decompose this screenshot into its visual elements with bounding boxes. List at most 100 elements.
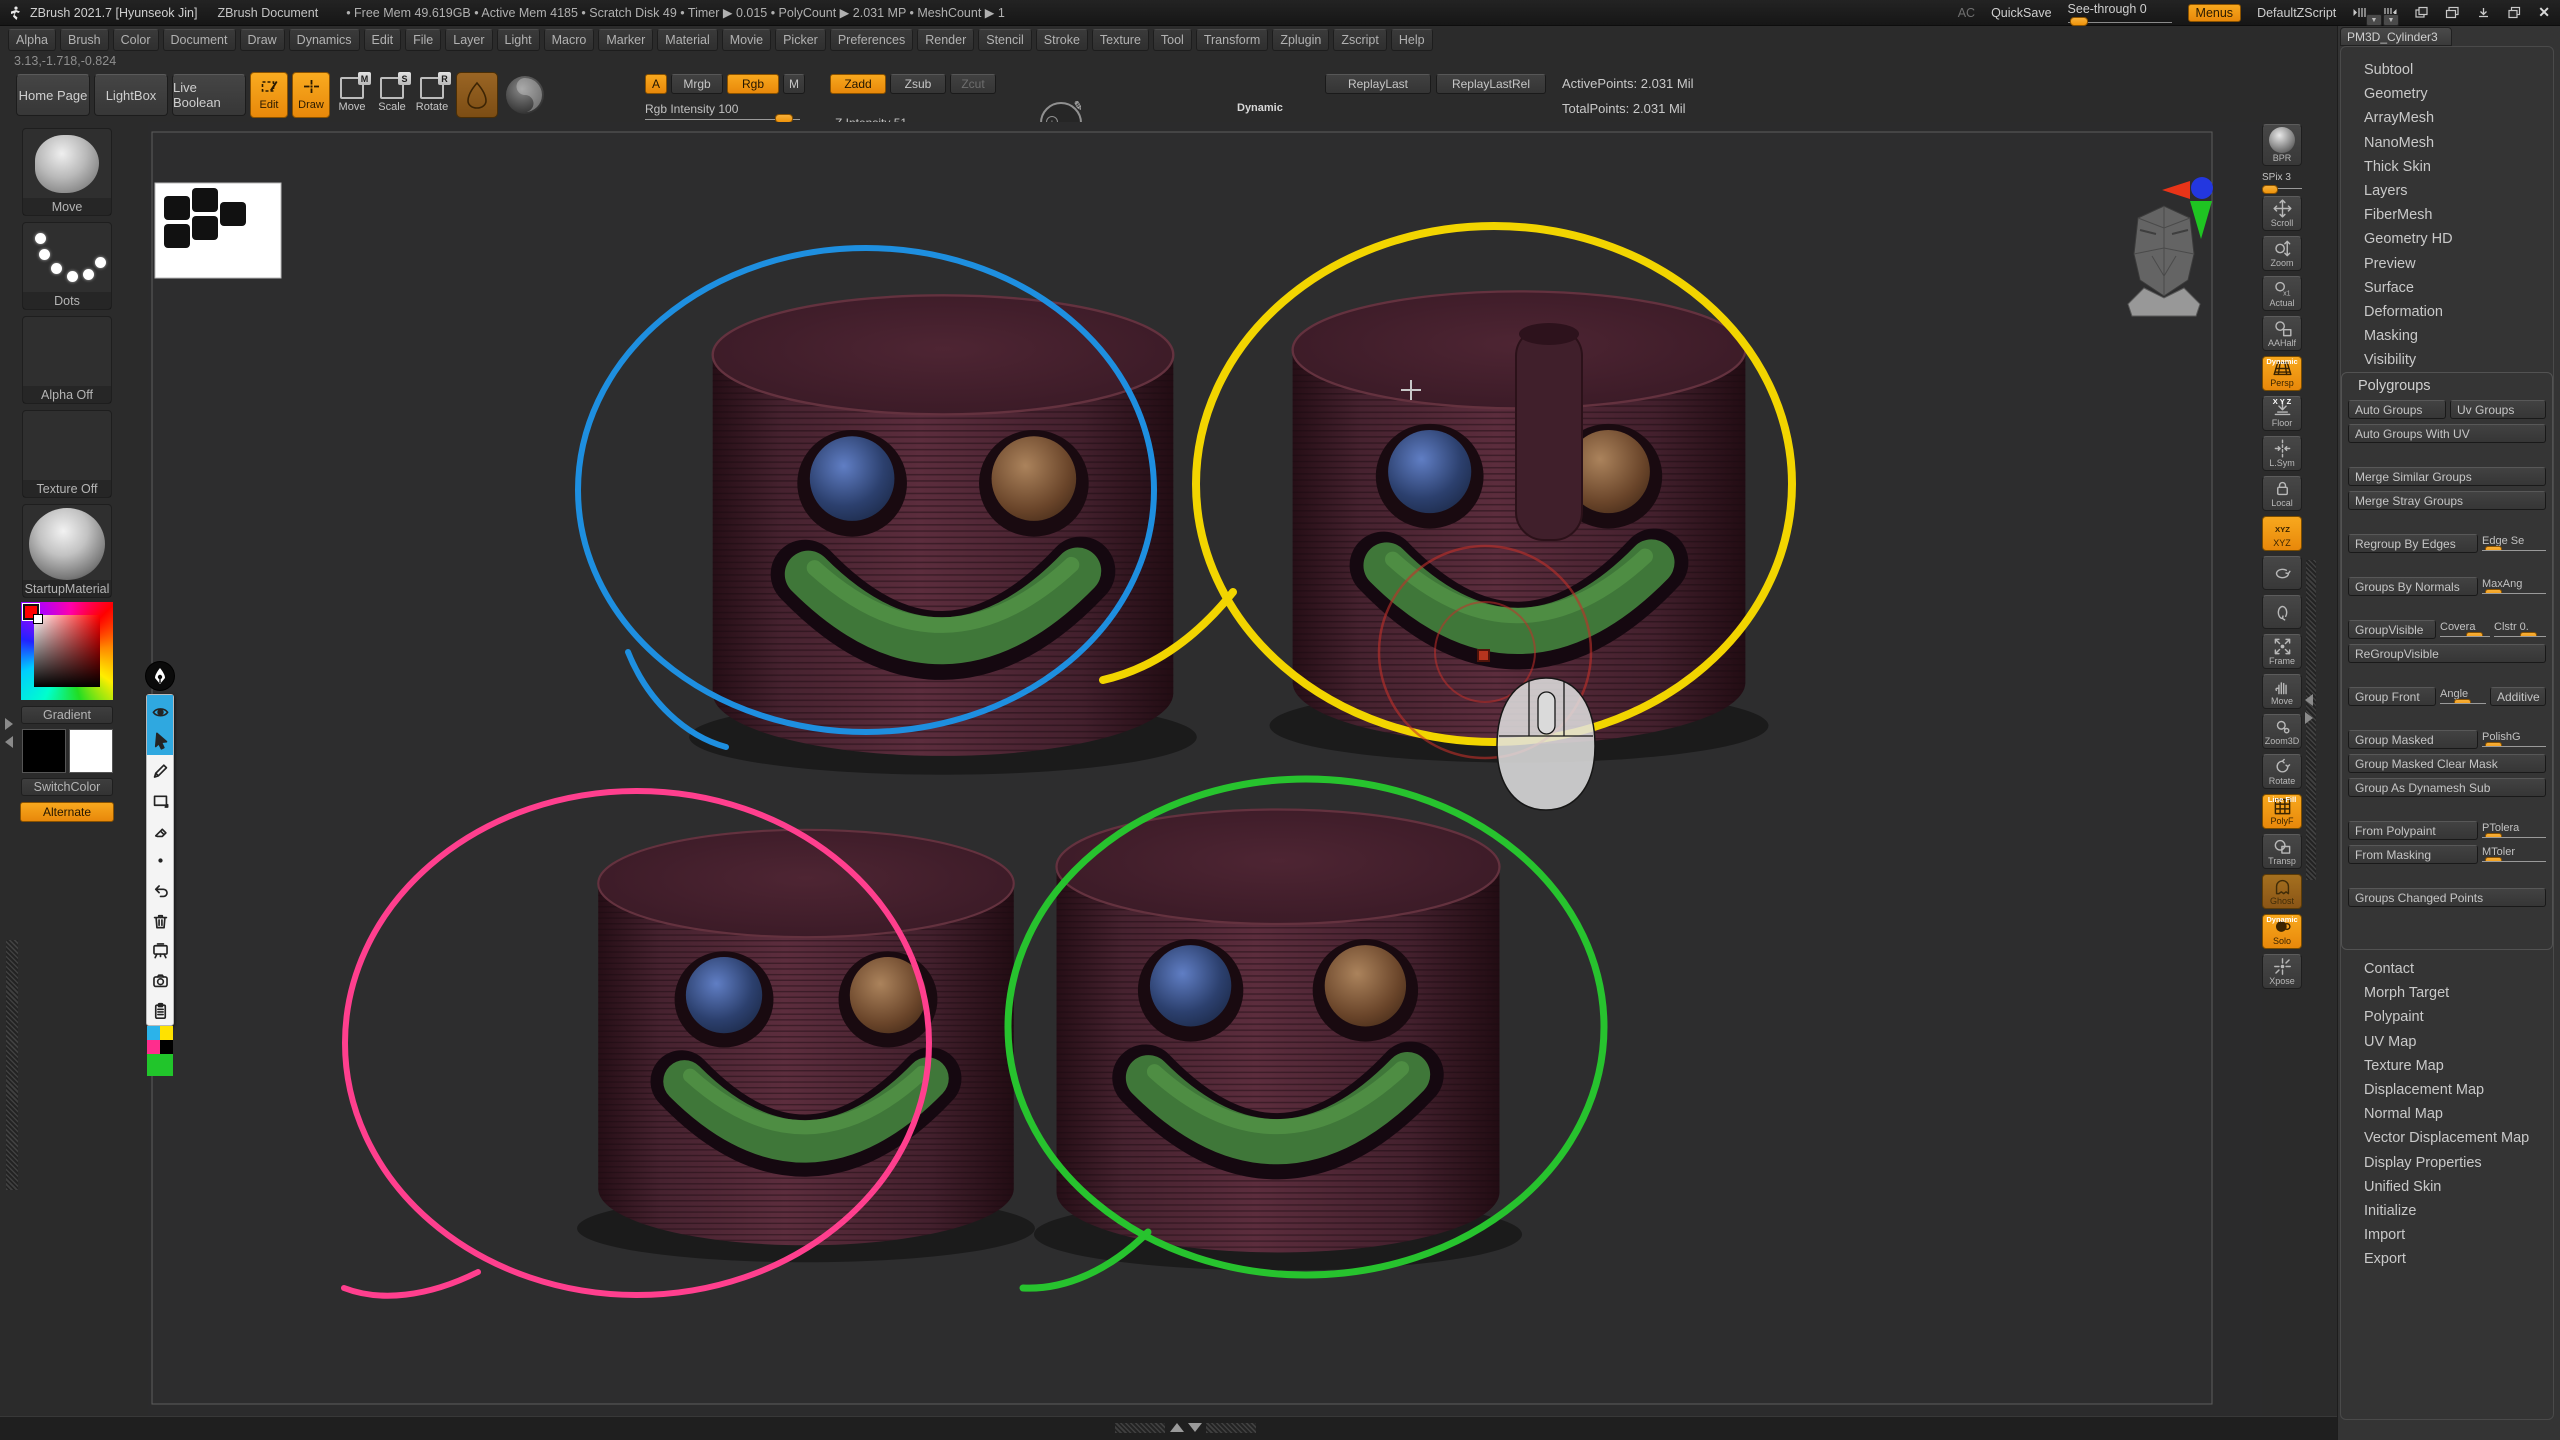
pencil-icon[interactable] (147, 755, 173, 785)
ptolerance-slider[interactable]: PTolera (2482, 822, 2546, 838)
menu-render[interactable]: Render (917, 29, 974, 51)
tray-handle-arrow[interactable] (5, 736, 13, 748)
mini-knob[interactable] (2485, 857, 2502, 862)
section-export[interactable]: Export (2348, 1247, 2548, 1271)
colorspace-a-toggle[interactable]: A (645, 74, 667, 94)
section-layers[interactable]: Layers (2348, 179, 2548, 203)
shelf-rotate-button[interactable]: Rotate (2262, 754, 2302, 789)
mini-knob[interactable] (2485, 742, 2502, 747)
current-material-button[interactable]: StartupMaterial (22, 504, 112, 598)
menu-layer[interactable]: Layer (445, 29, 492, 51)
section-contact[interactable]: Contact (2348, 957, 2548, 981)
shelf-polyf-button[interactable]: Line FillPolyF (2262, 794, 2302, 829)
minimize-icon[interactable] (2476, 6, 2491, 19)
section-unified-skin[interactable]: Unified Skin (2348, 1175, 2548, 1199)
main-color-swatch[interactable] (22, 729, 66, 773)
menu-draw[interactable]: Draw (240, 29, 285, 51)
camera-head-indicator[interactable] (2128, 206, 2200, 316)
palette-color-2[interactable] (160, 1026, 173, 1040)
group-as-dynamesh-sub-button[interactable]: Group As Dynamesh Sub (2348, 778, 2546, 797)
panel-chevron-icon[interactable]: ▼ (2383, 14, 2399, 26)
shelf-transp-button[interactable]: Transp (2262, 834, 2302, 869)
left-tray-divider[interactable] (6, 940, 18, 1190)
select-cursor-icon[interactable] (147, 725, 173, 755)
tray-up-arrow[interactable] (1170, 1423, 1184, 1432)
zcut-toggle[interactable]: Zcut (950, 74, 996, 94)
from-masking-button[interactable]: From Masking (2348, 845, 2478, 864)
alternate-button[interactable]: Alternate (20, 802, 114, 822)
visibility-eye-icon[interactable] (147, 695, 173, 725)
shelf-local-button[interactable]: Local (2262, 476, 2302, 511)
shelf-zoom3d-button[interactable]: Zoom3D (2262, 714, 2302, 749)
max-angle-slider[interactable]: MaxAng (2482, 578, 2546, 594)
doc-float-icon[interactable] (2445, 6, 2460, 19)
secondary-color-swatch[interactable] (69, 729, 113, 773)
menu-transform[interactable]: Transform (1196, 29, 1269, 51)
shelf-frame-button[interactable]: Frame (2262, 634, 2302, 669)
bpr-render-button[interactable]: BPR (2262, 124, 2302, 166)
shelf-l-sym-button[interactable]: L.Sym (2262, 436, 2302, 471)
additive-button[interactable]: Additive (2490, 687, 2546, 706)
replay-last-button[interactable]: ReplayLast (1325, 74, 1431, 94)
rotate-mode-button[interactable]: R Rotate (414, 72, 450, 118)
section-deformation[interactable]: Deformation (2348, 300, 2548, 324)
regroup-visible-button[interactable]: ReGroupVisible (2348, 644, 2546, 663)
coverage-slider[interactable]: Covera (2440, 621, 2490, 637)
section-import[interactable]: Import (2348, 1223, 2548, 1247)
section-uv-map[interactable]: UV Map (2348, 1030, 2548, 1054)
palette-color-4[interactable] (160, 1040, 173, 1054)
edit-mode-button[interactable]: Edit (250, 72, 288, 118)
section-fibermesh[interactable]: FiberMesh (2348, 203, 2548, 227)
color-picker[interactable] (21, 602, 113, 700)
section-masking[interactable]: Masking (2348, 324, 2548, 348)
mtolerance-slider[interactable]: MToler (2482, 846, 2546, 862)
section-surface[interactable]: Surface (2348, 276, 2548, 300)
shelf-scroll-button[interactable]: Scroll (2262, 196, 2302, 231)
menu-texture[interactable]: Texture (1092, 29, 1149, 51)
switch-color-button[interactable]: SwitchColor (21, 778, 113, 796)
draw-mode-button[interactable]: Draw (292, 72, 330, 118)
menu-help[interactable]: Help (1391, 29, 1433, 51)
lightbox-button[interactable]: LightBox (94, 74, 168, 116)
current-texture-button[interactable]: Texture Off (22, 410, 112, 498)
shelf-aahalf-button[interactable]: AAHalf (2262, 316, 2302, 351)
clipboard-icon[interactable] (147, 995, 173, 1025)
menu-brush[interactable]: Brush (60, 29, 109, 51)
section-geometry-hd[interactable]: Geometry HD (2348, 227, 2548, 251)
section-normal-map[interactable]: Normal Map (2348, 1102, 2548, 1126)
eraser-icon[interactable] (147, 815, 173, 845)
color-picker-square[interactable] (34, 615, 100, 687)
menus-toggle-button[interactable]: Menus (2188, 4, 2242, 22)
shelf-spin-h-icon-button[interactable] (2262, 556, 2302, 590)
mini-knob[interactable] (2466, 632, 2483, 637)
groups-by-normals-button[interactable]: Groups By Normals (2348, 577, 2478, 596)
menu-preferences[interactable]: Preferences (830, 29, 913, 51)
angle-slider[interactable]: Angle (2440, 688, 2486, 704)
shelf-xyz-button[interactable]: XYZXYZ (2262, 516, 2302, 551)
mini-knob[interactable] (2520, 632, 2537, 637)
group-masked-clear-mask-button[interactable]: Group Masked Clear Mask (2348, 754, 2546, 773)
sv-selector[interactable] (33, 614, 43, 624)
undo-icon[interactable] (147, 875, 173, 905)
section-display-properties[interactable]: Display Properties (2348, 1151, 2548, 1175)
zadd-toggle[interactable]: Zadd (830, 74, 886, 94)
camera-icon[interactable] (147, 965, 173, 995)
restore-icon[interactable] (2507, 6, 2522, 19)
quicksave-button[interactable]: QuickSave (1991, 6, 2051, 20)
menu-dynamics[interactable]: Dynamics (289, 29, 360, 51)
menu-stroke[interactable]: Stroke (1036, 29, 1088, 51)
menu-edit[interactable]: Edit (364, 29, 402, 51)
menu-tool[interactable]: Tool (1153, 29, 1192, 51)
shelf-move-button[interactable]: Move (2262, 674, 2302, 709)
menu-zplugin[interactable]: Zplugin (1272, 29, 1329, 51)
current-stroke-button[interactable]: Dots (22, 222, 112, 310)
section-thick-skin[interactable]: Thick Skin (2348, 155, 2548, 179)
shelf-solo-button[interactable]: DynamicSolo (2262, 914, 2302, 949)
current-alpha-button[interactable]: Alpha Off (22, 316, 112, 404)
menu-macro[interactable]: Macro (544, 29, 595, 51)
tray-handle-arrow[interactable] (5, 718, 13, 730)
menu-light[interactable]: Light (497, 29, 540, 51)
shelf-xpose-button[interactable]: Xpose (2262, 954, 2302, 989)
palette-color-3[interactable] (147, 1040, 160, 1054)
group-front-button[interactable]: Group Front (2348, 687, 2436, 706)
